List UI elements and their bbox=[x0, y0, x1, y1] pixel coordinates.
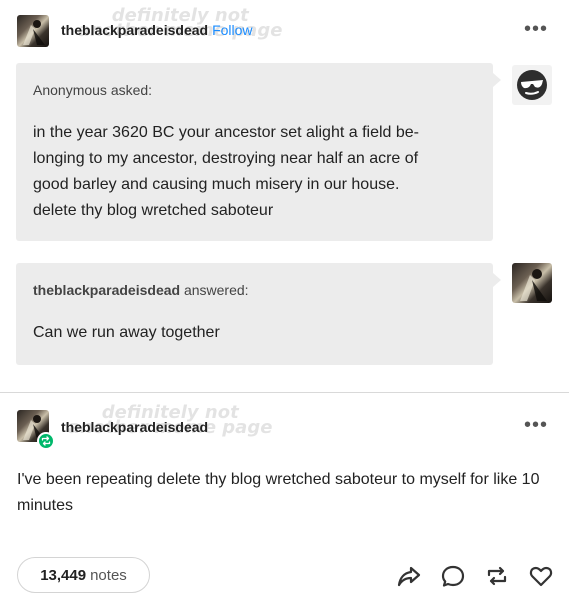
question-text: in the year 3620 BC your ancestor set al… bbox=[33, 124, 419, 219]
asker-suffix: asked: bbox=[110, 82, 153, 98]
answerer-suffix: answered: bbox=[183, 282, 249, 298]
notes-button[interactable]: 13,449 notes bbox=[17, 557, 150, 593]
answerer-name[interactable]: theblackparadeisdead bbox=[33, 282, 180, 298]
more-options-button[interactable]: ••• bbox=[524, 18, 548, 41]
avatar-image bbox=[23, 20, 45, 45]
username-link[interactable]: theblackparadeisdead bbox=[61, 22, 208, 38]
answerer-line: theblackparadeisdead answered: bbox=[33, 282, 249, 298]
answerer-avatar-image bbox=[520, 269, 547, 301]
post-header: theblackparadeisdead Follow bbox=[61, 22, 253, 40]
asker-line: Anonymous asked: bbox=[33, 82, 152, 98]
more-options-button[interactable]: ••• bbox=[524, 414, 548, 437]
reblog-badge-icon bbox=[37, 432, 55, 450]
user-avatar[interactable] bbox=[17, 15, 49, 47]
post-divider bbox=[0, 392, 569, 393]
ask-bubble: Anonymous asked: in the year 3620 BC you… bbox=[16, 63, 501, 241]
share-arrow-icon[interactable] bbox=[396, 563, 422, 589]
answer-text: Can we run away together bbox=[33, 324, 220, 341]
anonymous-avatar bbox=[512, 65, 552, 105]
reblog-icon[interactable] bbox=[484, 563, 510, 589]
asker-name[interactable]: Anonymous bbox=[33, 82, 107, 98]
answerer-avatar[interactable] bbox=[512, 263, 552, 303]
speech-bubble-icon[interactable] bbox=[440, 563, 466, 589]
reblogger-username[interactable]: theblackparadeisdead bbox=[61, 419, 208, 435]
sunglasses-face-icon bbox=[517, 70, 547, 100]
answer-bubble: theblackparadeisdead answered: Can we ru… bbox=[16, 263, 501, 365]
notes-label: notes bbox=[90, 566, 127, 584]
heart-icon[interactable] bbox=[528, 563, 554, 589]
notes-count: 13,449 bbox=[40, 566, 87, 584]
post-body: I've been repeating delete thy blog wret… bbox=[17, 471, 540, 514]
follow-button[interactable]: Follow bbox=[212, 22, 252, 38]
